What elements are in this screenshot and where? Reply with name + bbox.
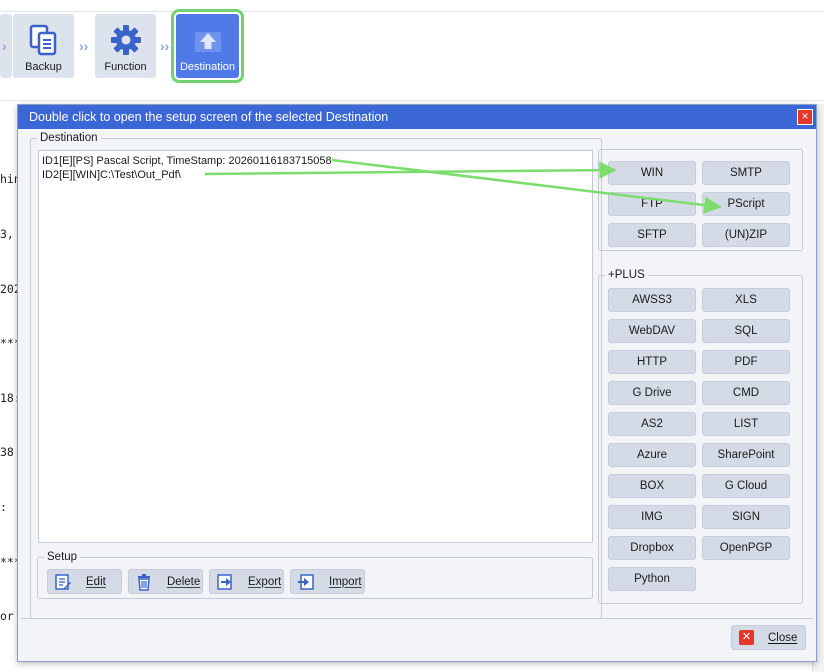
plus-cmd-button[interactable]: CMD — [702, 381, 790, 405]
toolbar-bottom-line — [0, 100, 824, 101]
plus-awss3-button[interactable]: AWSS3 — [608, 288, 696, 312]
destination-dialog: Double click to open the setup screen of… — [17, 104, 817, 662]
delete-label: Delete — [167, 575, 201, 588]
toolbar-backup-label: Backup — [25, 61, 62, 73]
dest-type-ftp-button[interactable]: FTP — [608, 192, 696, 216]
chevron-right-icon: › — [2, 38, 7, 54]
plus-dropbox-button[interactable]: Dropbox — [608, 536, 696, 560]
documents-icon — [29, 24, 56, 56]
edit-button[interactable]: Edit — [47, 569, 122, 594]
destination-legend: Destination — [40, 132, 98, 144]
plus-azure-button[interactable]: Azure — [608, 443, 696, 467]
import-label: Import — [329, 575, 362, 588]
export-button[interactable]: Export — [209, 569, 284, 594]
plus-webdav-button[interactable]: WebDAV — [608, 319, 696, 343]
plus-legend: +PLUS — [608, 269, 645, 281]
dialog-footer — [21, 618, 813, 660]
gear-icon — [110, 25, 141, 55]
close-label: Close — [768, 631, 798, 644]
import-icon — [298, 573, 314, 590]
plus-box-button[interactable]: BOX — [608, 474, 696, 498]
toolbar-function-label: Function — [104, 61, 147, 73]
dest-type-smtp-button[interactable]: SMTP — [702, 161, 790, 185]
plus-as2-button[interactable]: AS2 — [608, 412, 696, 436]
destination-entry[interactable]: ID1[E][PS] Pascal Script, TimeStamp: 202… — [42, 154, 592, 168]
export-icon — [217, 573, 232, 590]
destination-entry[interactable]: ID2[E][WIN]C:\Test\Out_Pdf\ — [42, 168, 592, 182]
plus-pdf-button[interactable]: PDF — [702, 350, 790, 374]
plus-http-button[interactable]: HTTP — [608, 350, 696, 374]
plus-img-button[interactable]: IMG — [608, 505, 696, 529]
toolbar-destination-button[interactable]: Destination — [171, 9, 244, 83]
setup-legend: Setup — [47, 551, 78, 563]
delete-button[interactable]: Delete — [128, 569, 203, 594]
toolbar: › Backup ›› Function ›› Destination — [0, 0, 824, 104]
plus-list-button[interactable]: LIST — [702, 412, 790, 436]
upload-icon — [194, 32, 221, 52]
chevron-right-icon: ›› — [160, 38, 170, 54]
toolbar-function-button[interactable]: Function — [95, 14, 156, 78]
plus-xls-button[interactable]: XLS — [702, 288, 790, 312]
dialog-title-text: Double click to open the setup screen of… — [29, 110, 389, 124]
toolbar-destination-label: Destination — [179, 61, 236, 73]
plus-sharepoint-button[interactable]: SharePoint — [702, 443, 790, 467]
chevron-right-icon: ›› — [79, 38, 89, 54]
destination-list[interactable]: ID1[E][PS] Pascal Script, TimeStamp: 202… — [38, 150, 593, 543]
plus-gdrive-button[interactable]: G Drive — [608, 381, 696, 405]
dialog-close-icon[interactable]: × — [797, 109, 813, 125]
plus-gcloud-button[interactable]: G Cloud — [702, 474, 790, 498]
import-button[interactable]: Import — [290, 569, 365, 594]
close-icon: ✕ — [739, 630, 754, 645]
dest-type-pscript-button[interactable]: PScript — [702, 192, 790, 216]
dialog-title: Double click to open the setup screen of… — [18, 105, 816, 129]
close-button[interactable]: ✕ Close — [731, 625, 806, 650]
trash-icon — [138, 573, 150, 591]
edit-icon — [55, 573, 71, 590]
toolbar-backup-button[interactable]: Backup — [13, 14, 74, 78]
plus-python-button[interactable]: Python — [608, 567, 696, 591]
toolbar-top-line — [0, 11, 824, 12]
edit-label: Edit — [86, 575, 106, 588]
plus-sql-button[interactable]: SQL — [702, 319, 790, 343]
plus-openpgp-button[interactable]: OpenPGP — [702, 536, 790, 560]
dest-type-sftp-button[interactable]: SFTP — [608, 223, 696, 247]
dest-type-win-button[interactable]: WIN — [608, 161, 696, 185]
plus-sign-button[interactable]: SIGN — [702, 505, 790, 529]
export-label: Export — [248, 575, 282, 588]
dest-type-unzip-button[interactable]: (UN)ZIP — [702, 223, 790, 247]
